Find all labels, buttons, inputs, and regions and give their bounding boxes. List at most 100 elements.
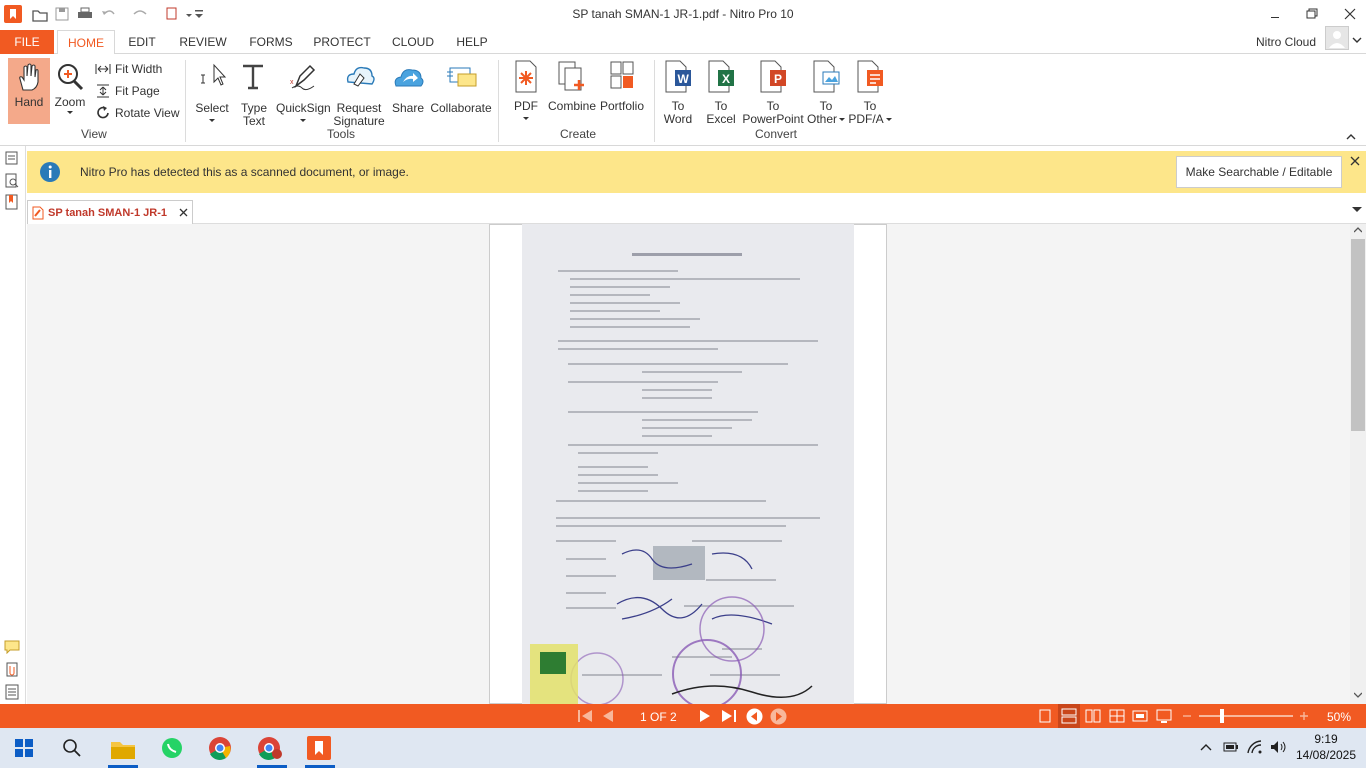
search-icon[interactable] [62, 738, 82, 758]
first-page-icon[interactable] [578, 710, 594, 722]
avatar[interactable] [1325, 26, 1349, 50]
type-text-button[interactable]: Type Text [236, 62, 272, 128]
info-icon [39, 161, 61, 183]
windows-start-icon[interactable] [15, 739, 33, 757]
pen-icon: x [288, 62, 318, 92]
attachments-panel-icon[interactable] [4, 662, 20, 678]
tab-edit[interactable]: EDIT [120, 30, 164, 54]
fit-page-button[interactable]: Fit Page [95, 83, 160, 99]
other-format-icon [811, 60, 841, 94]
clock-time[interactable]: 9:19 [1296, 732, 1356, 746]
type-text-icon [239, 62, 269, 92]
last-page-icon[interactable] [721, 710, 737, 722]
nitro-cloud-label[interactable]: Nitro Cloud [1256, 35, 1316, 49]
facing-continuous-view-icon[interactable] [1109, 709, 1125, 723]
nitro-pro-taskbar-icon[interactable] [307, 736, 331, 760]
zoom-in-icon[interactable] [1299, 711, 1309, 721]
file-explorer-icon[interactable] [108, 734, 138, 764]
zoom-icon [55, 62, 85, 92]
select-dropdown-icon [209, 119, 215, 123]
pages-panel-icon[interactable] [5, 151, 19, 165]
to-pdfa-dropdown-icon [885, 117, 892, 121]
full-screen-icon[interactable] [1156, 709, 1172, 723]
to-other-dropdown-icon [839, 117, 845, 121]
tabs-dropdown-icon[interactable] [1352, 207, 1362, 213]
zoom-level[interactable]: 50% [1327, 710, 1351, 724]
page-indicator[interactable]: 1 OF 2 [640, 710, 677, 724]
group-label-create: Create [560, 127, 597, 141]
previous-view-icon[interactable] [746, 708, 763, 725]
scroll-thumb[interactable] [1351, 239, 1365, 431]
fit-view-icon[interactable] [1132, 709, 1148, 723]
create-pdf-button[interactable]: PDF [506, 60, 546, 121]
zoom-button[interactable]: Zoom [52, 58, 88, 124]
make-searchable-button[interactable]: Make Searchable / Editable [1176, 156, 1342, 188]
tab-home[interactable]: HOME [57, 30, 115, 55]
zoom-slider-thumb[interactable] [1220, 709, 1224, 723]
to-powerpoint-label-2: PowerPoint [742, 112, 804, 126]
tab-file[interactable]: FILE [0, 30, 54, 54]
collapse-ribbon-icon[interactable] [1346, 133, 1356, 141]
svg-text:P: P [774, 72, 782, 86]
scroll-down-icon[interactable] [1354, 692, 1362, 698]
to-word-button[interactable]: W To Word [658, 60, 698, 126]
select-button[interactable]: Select [192, 62, 232, 123]
tab-cloud[interactable]: CLOUD [388, 30, 438, 54]
volume-icon[interactable] [1270, 740, 1288, 754]
fit-width-button[interactable]: Fit Width [95, 61, 162, 77]
chrome-profile-icon[interactable] [257, 736, 283, 760]
zoom-dropdown-icon [67, 111, 73, 115]
to-powerpoint-button[interactable]: P To PowerPoint [742, 60, 804, 126]
pdf-file-icon [32, 206, 44, 220]
comments-panel-icon[interactable] [4, 640, 20, 654]
maximize-button[interactable] [1306, 8, 1318, 20]
quicksign-label: QuickSign [276, 101, 331, 115]
scroll-up-icon[interactable] [1354, 227, 1362, 233]
facing-view-icon[interactable] [1085, 709, 1101, 723]
next-view-icon[interactable] [770, 708, 787, 725]
combine-button[interactable]: Combine [548, 60, 596, 113]
tab-help[interactable]: HELP [452, 30, 492, 54]
next-page-icon[interactable] [699, 710, 711, 722]
tray-chevron-icon[interactable] [1200, 743, 1212, 751]
chevron-down-icon[interactable] [1352, 36, 1362, 44]
collaborate-button[interactable]: Collaborate [430, 62, 492, 115]
to-pdfa-button[interactable]: To PDF/A [848, 60, 892, 126]
battery-icon[interactable] [1223, 741, 1239, 753]
request-signature-button[interactable]: Request Signature [332, 62, 386, 128]
to-other-button[interactable]: To Other [806, 60, 846, 126]
share-button[interactable]: Share [388, 62, 428, 115]
output-panel-icon[interactable] [4, 684, 20, 700]
close-tab-icon[interactable] [179, 208, 188, 217]
vertical-scrollbar[interactable] [1350, 224, 1366, 704]
to-excel-label-2: Excel [706, 112, 736, 126]
excel-icon: X [706, 60, 736, 94]
continuous-view-button[interactable] [1058, 704, 1080, 728]
quicksign-button[interactable]: x QuickSign [276, 62, 331, 123]
minimize-button[interactable] [1268, 9, 1282, 21]
tab-forms[interactable]: FORMS [245, 30, 297, 54]
whatsapp-icon[interactable] [160, 736, 184, 760]
portfolio-button[interactable]: Portfolio [598, 60, 646, 113]
close-button[interactable] [1344, 8, 1356, 20]
collaborate-label: Collaborate [430, 101, 492, 115]
to-excel-button[interactable]: X To Excel [700, 60, 742, 126]
single-page-view-icon[interactable] [1038, 709, 1052, 723]
chrome-icon[interactable] [208, 736, 232, 760]
previous-page-icon[interactable] [602, 710, 614, 722]
clock-date[interactable]: 14/08/2025 [1294, 748, 1358, 762]
bookmarks-panel-icon[interactable] [5, 194, 19, 210]
rotate-view-button[interactable]: Rotate View [95, 105, 179, 121]
search-panel-icon[interactable] [5, 173, 19, 189]
pdf-dropdown-icon [523, 117, 529, 121]
tab-review[interactable]: REVIEW [175, 30, 231, 54]
doc-tab-active[interactable]: SP tanah SMAN-1 JR-1 [27, 200, 193, 224]
close-notification-icon[interactable] [1350, 156, 1360, 166]
tab-protect[interactable]: PROTECT [310, 30, 374, 54]
zoom-out-icon[interactable] [1182, 711, 1192, 721]
zoom-slider[interactable] [1199, 715, 1293, 717]
ribbon-separator [185, 60, 186, 142]
continuous-view-icon [1061, 708, 1077, 724]
wifi-icon[interactable] [1247, 740, 1263, 754]
hand-tool-button[interactable]: Hand [8, 58, 50, 124]
